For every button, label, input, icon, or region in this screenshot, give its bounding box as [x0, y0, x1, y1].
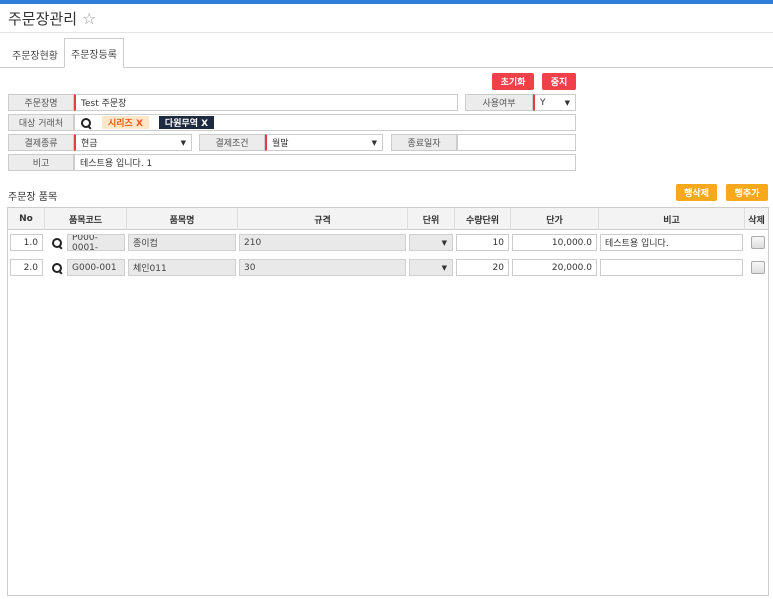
item-name: 체인011	[128, 259, 236, 276]
search-icon[interactable]	[51, 237, 63, 249]
chevron-down-icon: ▼	[441, 239, 447, 247]
items-section-title: 주문장 품목	[8, 192, 58, 203]
add-row-button[interactable]: 행추가	[726, 184, 768, 201]
col-header-note[interactable]: 비고	[599, 208, 745, 230]
row-delete-checkbox[interactable]	[751, 236, 765, 249]
row-no[interactable]: 1.0	[10, 234, 43, 251]
use-select[interactable]: Y ▼	[533, 94, 576, 111]
form-row-payment: 결제종류 현금 ▼ 결제조건 월말 ▼ 종료일자	[8, 134, 576, 151]
col-header-spec[interactable]: 규격	[238, 208, 408, 230]
payment-type-label: 결제종류	[8, 134, 74, 151]
col-header-code[interactable]: 품목코드	[45, 208, 127, 230]
note-label: 비고	[8, 154, 74, 171]
use-select-value: Y	[540, 97, 546, 108]
tab-order-register[interactable]: 주문장등록	[64, 38, 124, 68]
form-row-partner: 대상 거래처 시리즈 X 다원무역 X	[8, 114, 576, 131]
unit-select[interactable]: ▼	[409, 259, 453, 276]
payment-terms-label: 결제조건	[199, 134, 265, 151]
partner-tag[interactable]: 시리즈 X	[102, 116, 149, 129]
favorite-star-icon[interactable]: ☆	[82, 9, 96, 28]
end-date-input[interactable]	[457, 134, 576, 151]
page-title: 주문장관리	[8, 10, 78, 28]
order-name-label: 주문장명	[8, 94, 74, 111]
unit-select[interactable]: ▼	[409, 234, 453, 251]
qty-unit-input[interactable]: 20	[456, 259, 509, 276]
col-header-price[interactable]: 단가	[511, 208, 599, 230]
page-header: 주문장관리 ☆	[8, 8, 96, 29]
order-name-input[interactable]: Test 주문장	[74, 94, 458, 111]
grid-header: No 품목코드 품목명 규격 단위 수량단위 단가 비고 삭제	[8, 208, 768, 230]
item-code: G000-001	[67, 259, 125, 276]
payment-terms-select[interactable]: 월말 ▼	[265, 134, 383, 151]
chevron-down-icon: ▼	[441, 264, 447, 272]
partner-tag[interactable]: 다원무역 X	[158, 116, 215, 129]
tab-order-status[interactable]: 주문장현황	[6, 40, 64, 68]
table-row: 2.0 G000-001 체인011 30 ▼ 20 20,000.0	[8, 256, 768, 279]
tab-bar: 주문장현황 주문장등록	[6, 38, 124, 68]
chevron-down-icon: ▼	[564, 99, 570, 107]
form-row-note: 비고 테스트용 입니다. 1	[8, 154, 576, 171]
row-note-input[interactable]	[600, 259, 743, 276]
stop-button[interactable]: 중지	[542, 73, 576, 90]
top-accent-bar	[0, 0, 773, 4]
search-icon[interactable]	[80, 117, 92, 129]
search-icon[interactable]	[51, 262, 63, 274]
price-input[interactable]: 10,000.0	[512, 234, 597, 251]
use-label: 사용여부	[465, 94, 533, 111]
payment-type-select[interactable]: 현금 ▼	[74, 134, 192, 151]
chevron-down-icon: ▼	[371, 139, 377, 147]
form-row-order-name: 주문장명 Test 주문장 사용여부 Y ▼	[8, 94, 576, 111]
item-code: P000-0001-	[67, 234, 125, 251]
col-header-qty-unit[interactable]: 수량단위	[455, 208, 511, 230]
divider	[0, 32, 773, 33]
partner-label: 대상 거래처	[8, 114, 74, 131]
partner-field: 시리즈 X 다원무역 X	[74, 114, 576, 131]
col-header-unit[interactable]: 단위	[408, 208, 455, 230]
chevron-down-icon: ▼	[180, 139, 186, 147]
note-input[interactable]: 테스트용 입니다. 1	[74, 154, 576, 171]
row-note-input[interactable]: 테스트용 입니다.	[600, 234, 743, 251]
row-delete-checkbox[interactable]	[751, 261, 765, 274]
payment-type-value: 현금	[81, 139, 98, 149]
col-header-delete[interactable]: 삭제	[745, 208, 768, 230]
qty-unit-input[interactable]: 10	[456, 234, 509, 251]
end-date-label: 종료일자	[391, 134, 457, 151]
col-header-no[interactable]: No	[8, 208, 45, 230]
item-name: 종이컵	[128, 234, 236, 251]
items-grid: No 품목코드 품목명 규격 단위 수량단위 단가 비고 삭제 1.0 P000…	[7, 207, 769, 596]
item-spec: 210	[239, 234, 406, 251]
reset-button[interactable]: 초기화	[492, 73, 534, 90]
payment-terms-value: 월말	[272, 139, 289, 149]
table-row: 1.0 P000-0001- 종이컵 210 ▼ 10 10,000.0 테스트…	[8, 231, 768, 254]
item-spec: 30	[239, 259, 406, 276]
row-no[interactable]: 2.0	[10, 259, 43, 276]
col-header-name[interactable]: 품목명	[127, 208, 238, 230]
price-input[interactable]: 20,000.0	[512, 259, 597, 276]
delete-row-button[interactable]: 행삭제	[676, 184, 717, 201]
